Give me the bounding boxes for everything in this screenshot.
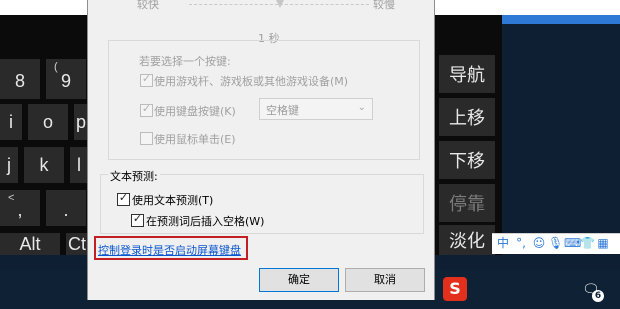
slider-min-label: 较快 bbox=[137, 0, 159, 11]
toolbox-icon[interactable]: ▦ bbox=[596, 236, 610, 250]
key-label: 下移 bbox=[449, 151, 485, 172]
key-label: o bbox=[42, 112, 53, 132]
key-nav[interactable]: 导航 bbox=[439, 55, 495, 93]
key-o[interactable]: o bbox=[28, 104, 68, 140]
keyboard-icon[interactable]: ⌨ bbox=[564, 236, 581, 250]
check-icon: ✓ bbox=[132, 212, 143, 225]
key-label: p bbox=[75, 112, 86, 132]
key-p[interactable]: p bbox=[74, 104, 88, 140]
key-label: l bbox=[77, 155, 81, 175]
emoji-icon[interactable]: ☺ bbox=[532, 236, 546, 250]
key-period[interactable]: . bbox=[46, 190, 86, 226]
key-label: Alt bbox=[19, 234, 41, 254]
key-label: 9 bbox=[60, 71, 71, 91]
cancel-button[interactable]: 取消 bbox=[345, 268, 425, 292]
ime-toolbar: 中 °, ☺ 🎙 ⌨ 👕 ▦ bbox=[492, 233, 620, 254]
link-highlight-box bbox=[94, 236, 248, 260]
key-label: . bbox=[63, 200, 69, 220]
key-i[interactable]: i bbox=[0, 104, 22, 140]
skin-icon[interactable]: 👕 bbox=[580, 236, 595, 250]
key-label: 导航 bbox=[449, 65, 485, 86]
key-8[interactable]: 8 bbox=[0, 59, 40, 99]
punctuation-icon[interactable]: °, bbox=[514, 236, 528, 250]
slider-max-label: 较慢 bbox=[373, 0, 395, 11]
key-comma[interactable]: < , bbox=[0, 190, 40, 226]
use-text-prediction-label: 使用文本预测(T) bbox=[132, 194, 214, 207]
notification-count-badge: 6 bbox=[592, 290, 604, 302]
ok-button[interactable]: 确定 bbox=[259, 268, 339, 292]
check-icon: ✓ bbox=[118, 191, 129, 204]
key-label: Ctrl bbox=[68, 234, 88, 254]
chinese-mode-icon[interactable]: 中 bbox=[496, 236, 510, 250]
scan-options-group bbox=[108, 40, 420, 160]
key-label: 上移 bbox=[449, 108, 485, 129]
key-label: k bbox=[39, 155, 49, 175]
key-label: 淡化 bbox=[449, 231, 485, 252]
insert-space-label: 在预测词后插入空格(W) bbox=[146, 215, 265, 228]
microphone-icon[interactable]: 🎙 bbox=[548, 236, 563, 250]
key-label: 停靠 bbox=[449, 194, 485, 215]
key-label: , bbox=[17, 200, 23, 220]
key-label: j bbox=[7, 155, 11, 175]
insert-space-checkbox[interactable]: ✓ bbox=[131, 212, 144, 227]
key-move-up[interactable]: 上移 bbox=[439, 98, 495, 136]
key-ctrl[interactable]: Ctrl bbox=[66, 233, 88, 255]
key-dock[interactable]: 停靠 bbox=[439, 184, 495, 222]
scan-speed-slider-thumb[interactable] bbox=[276, 0, 284, 8]
key-alt[interactable]: Alt bbox=[0, 233, 60, 255]
key-move-down[interactable]: 下移 bbox=[439, 141, 495, 179]
key-9[interactable]: ( 9 bbox=[46, 59, 86, 99]
use-text-prediction-checkbox[interactable]: ✓ bbox=[117, 191, 130, 206]
key-l[interactable]: l bbox=[70, 147, 88, 183]
key-label: i bbox=[9, 112, 13, 132]
key-j[interactable]: j bbox=[0, 147, 18, 183]
key-k[interactable]: k bbox=[24, 147, 64, 183]
key-fade[interactable]: 淡化 bbox=[439, 225, 495, 255]
text-prediction-title: 文本预测: bbox=[108, 168, 160, 184]
key-label: 8 bbox=[14, 71, 25, 91]
sogou-input-tray-icon[interactable]: S bbox=[443, 277, 467, 301]
